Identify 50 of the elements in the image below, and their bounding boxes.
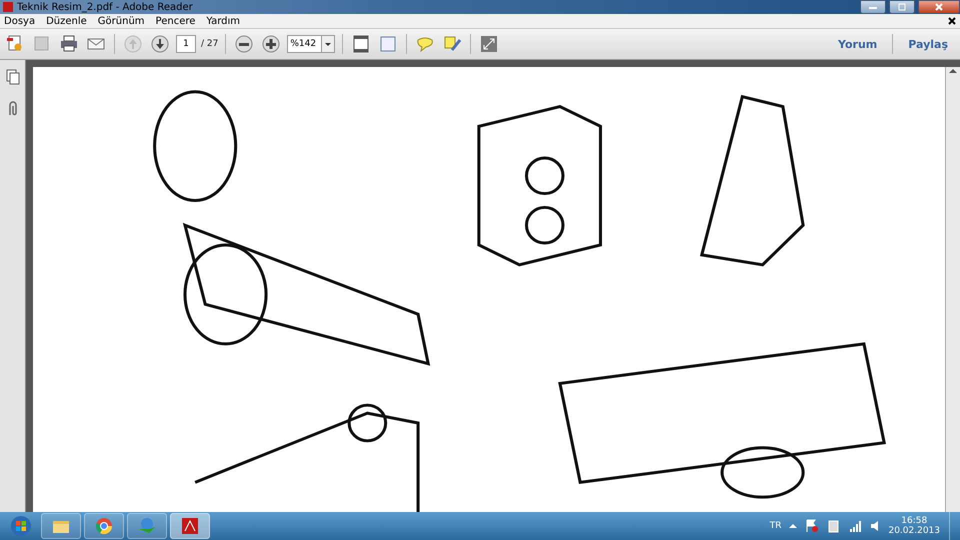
clock-date: 20.02.2013 [888, 526, 940, 536]
language-indicator[interactable]: TR [770, 521, 782, 531]
folder-icon [52, 518, 70, 534]
maximize-button[interactable] [889, 0, 915, 14]
plus-icon [262, 35, 280, 53]
zoom-out-button[interactable] [233, 33, 256, 55]
pdf-icon [181, 517, 199, 535]
pen-note-icon [443, 35, 462, 53]
zoom-field[interactable]: %142 [287, 35, 322, 53]
close-button[interactable] [918, 0, 960, 14]
next-page-button[interactable] [149, 33, 171, 55]
speech-bubble-icon [416, 36, 434, 52]
dropdown-button[interactable] [321, 35, 336, 53]
minus-icon [235, 35, 254, 53]
pdf-icon [2, 1, 14, 13]
menu-item[interactable]: Düzenle [46, 16, 87, 26]
triangle-up-icon [789, 523, 798, 529]
diagonal-arrows-icon [480, 35, 498, 53]
taskbar-app[interactable] [170, 513, 210, 539]
pages-icon [6, 69, 20, 85]
taskbar-app[interactable] [84, 513, 124, 539]
page-count: / 27 [201, 39, 218, 49]
window-title: Teknik Resim_2.pdf - Adobe Reader [17, 2, 194, 12]
zoom-in-button[interactable] [260, 33, 282, 55]
scrollbar[interactable] [945, 67, 960, 512]
printer-icon [60, 35, 78, 53]
speaker-icon [870, 520, 880, 532]
signal-bars-icon [849, 520, 862, 532]
caret-icon [325, 42, 332, 46]
comment-tab[interactable]: Yorum [830, 38, 886, 50]
close-icon [948, 17, 956, 25]
menu-item[interactable]: Pencere [156, 16, 196, 26]
taskbar-app[interactable] [41, 513, 81, 539]
document-icon [6, 35, 24, 53]
menu-item[interactable]: Görünüm [98, 16, 145, 26]
restore-icon [897, 2, 907, 12]
fit-page-icon [352, 35, 370, 53]
taskbar-app[interactable] [127, 513, 167, 539]
flag-icon [805, 519, 820, 533]
menu-item[interactable]: Yardım [206, 16, 240, 26]
browser-icon [95, 517, 113, 535]
share-tab[interactable]: Paylaş [900, 38, 956, 50]
globe-arrow-icon [137, 517, 157, 535]
minimize-button[interactable] [860, 0, 886, 14]
scroll-up-icon [948, 67, 958, 75]
clock-time: 16:58 [901, 516, 928, 526]
windows-logo-icon [10, 515, 32, 537]
page-number-field[interactable]: 1 [176, 35, 196, 53]
close-icon [934, 2, 944, 12]
menu-item[interactable]: Dosya [4, 16, 36, 26]
